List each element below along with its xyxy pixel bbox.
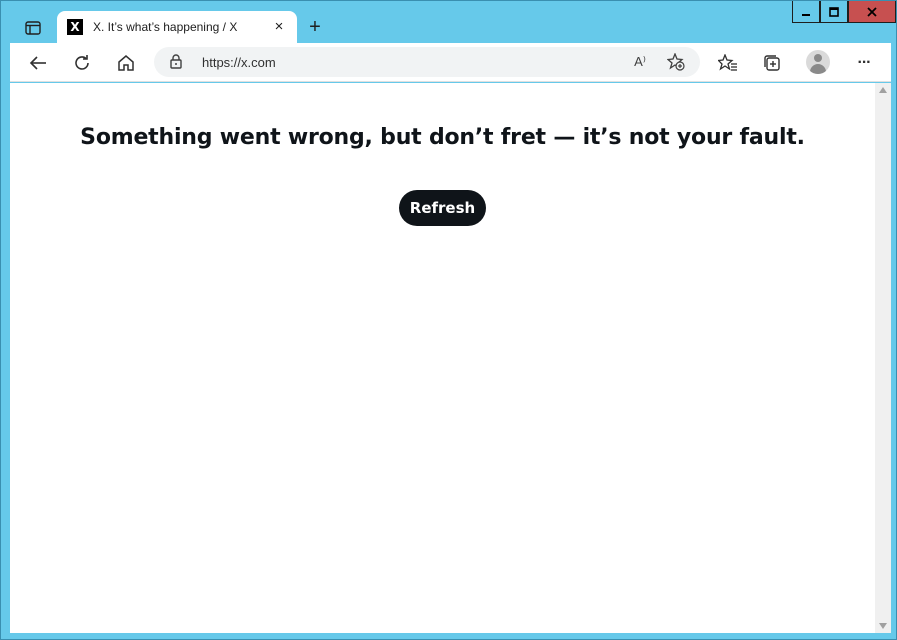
minimize-button[interactable] (792, 1, 820, 23)
close-window-button[interactable] (848, 1, 896, 23)
reload-icon[interactable] (70, 51, 94, 75)
maximize-button[interactable] (820, 1, 848, 23)
active-tab[interactable]: X X. It’s what’s happening / X × (57, 11, 297, 43)
url-text[interactable]: https://x.com (202, 55, 276, 70)
tab-close-icon[interactable]: × (271, 18, 287, 34)
scroll-down-arrow-icon[interactable] (879, 623, 887, 629)
page-viewport: Something went wrong, but don’t fret — i… (10, 83, 891, 633)
browser-toolbar: https://x.com A⁾ ··· (10, 43, 891, 82)
avatar-head (814, 54, 822, 62)
new-tab-button[interactable]: + (304, 16, 326, 38)
address-bar[interactable]: https://x.com A⁾ (154, 47, 700, 77)
favorites-icon[interactable] (716, 51, 740, 75)
window-controls (792, 1, 896, 23)
vertical-scrollbar[interactable] (875, 83, 891, 633)
x-logo-icon: X (67, 19, 83, 35)
more-icon[interactable]: ··· (852, 51, 876, 75)
read-aloud-icon[interactable]: A⁾ (630, 52, 650, 72)
back-arrow-icon[interactable] (26, 51, 50, 75)
profile-avatar-icon[interactable] (806, 50, 830, 74)
avatar-body (810, 64, 826, 74)
tab-actions-icon[interactable] (19, 17, 47, 39)
lock-icon[interactable] (170, 54, 182, 74)
home-icon[interactable] (114, 51, 138, 75)
tab-title: X. It’s what’s happening / X (93, 20, 238, 34)
scroll-up-arrow-icon[interactable] (879, 87, 887, 93)
add-favorite-icon[interactable] (666, 52, 686, 72)
error-message: Something went wrong, but don’t fret — i… (80, 125, 805, 150)
browser-window: X X. It’s what’s happening / X × + https… (0, 0, 897, 640)
collections-icon[interactable] (760, 51, 784, 75)
refresh-button[interactable]: Refresh (399, 190, 486, 226)
tab-strip: X X. It’s what’s happening / X × + (1, 1, 896, 43)
